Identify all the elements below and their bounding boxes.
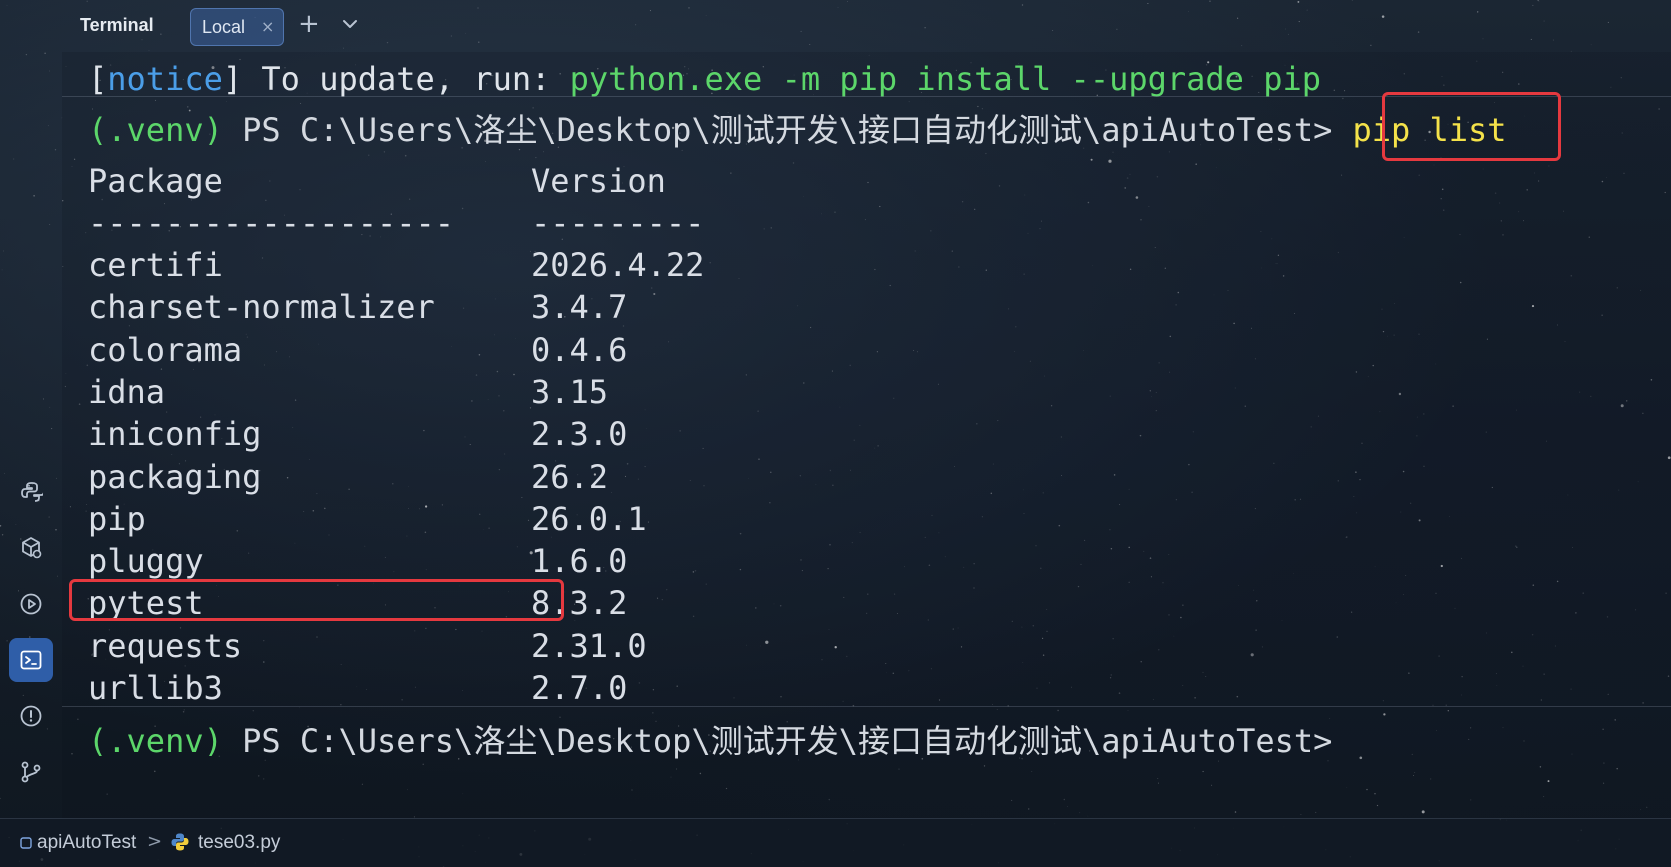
final-prompt-line: (.venv) PS C:\Users\洛尘\Desktop\测试开发\接口自动… <box>88 719 1332 763</box>
venv-indicator: (.venv) <box>88 111 223 149</box>
table-row: pip 26.0.1 <box>88 497 647 541</box>
table-row: pytest 8.3.2 <box>88 581 627 625</box>
breadcrumb-project[interactable]: apiAutoTest <box>37 832 136 854</box>
command-line: (.venv) PS C:\Users\洛尘\Desktop\测试开发\接口自动… <box>88 108 1507 152</box>
notice-bracket: [ <box>88 60 108 98</box>
tool-window-title: Terminal <box>80 15 154 35</box>
package-version: 2.31.0 <box>531 627 647 665</box>
table-row: iniconfig 2.3.0 <box>88 412 627 456</box>
version-separator: --------- <box>531 204 705 242</box>
table-row: packaging 26.2 <box>88 455 608 499</box>
table-row: colorama 0.4.6 <box>88 328 627 372</box>
divider <box>62 706 1671 707</box>
tab-close-icon[interactable]: × <box>261 17 274 36</box>
package-name: requests <box>88 627 243 665</box>
problems-button[interactable] <box>9 694 53 738</box>
python-file-icon <box>170 832 190 856</box>
table-row: pluggy 1.6.0 <box>88 539 627 583</box>
tab-local[interactable]: Local × <box>190 8 284 46</box>
package-name: colorama <box>88 331 243 369</box>
project-icon <box>20 834 32 853</box>
package-version: 8.3.2 <box>531 584 628 622</box>
run-button[interactable] <box>9 582 53 626</box>
package-version: 3.4.7 <box>531 288 628 326</box>
notice-command: python.exe -m pip install --upgrade pip <box>569 60 1321 98</box>
package-version: 0.4.6 <box>531 331 628 369</box>
tool-window-header: Terminal Local × + <box>0 0 1671 52</box>
divider <box>62 96 1671 97</box>
package-version: 3.15 <box>531 373 609 411</box>
table-header-row: Package Version <box>88 159 666 203</box>
package-version: 1.6.0 <box>531 542 628 580</box>
breadcrumb-separator: > <box>147 831 163 852</box>
breadcrumb-file[interactable]: tese03.py <box>198 832 280 854</box>
table-row: charset-normalizer 3.4.7 <box>88 285 627 329</box>
typed-command: pip list <box>1352 111 1507 149</box>
add-tab-icon[interactable]: + <box>298 9 320 39</box>
table-row: certifi 2026.4.22 <box>88 243 704 287</box>
tab-label: Local <box>202 17 246 37</box>
package-version: 2.3.0 <box>531 415 628 453</box>
python-console-button[interactable] <box>9 470 53 514</box>
package-name: certifi <box>88 246 223 284</box>
notice-line: [notice] To update, run: python.exe -m p… <box>88 57 1321 101</box>
terminal-button[interactable] <box>9 638 53 682</box>
tool-window-rail <box>0 52 62 818</box>
package-separator: ------------------- <box>88 204 455 242</box>
package-version: 2026.4.22 <box>531 246 705 284</box>
chevron-down-icon[interactable] <box>340 14 360 34</box>
notice-tag: notice <box>107 60 223 98</box>
package-version: 26.2 <box>531 458 609 496</box>
package-column-header: Package <box>88 162 223 200</box>
shell-prompt: PS C:\Users\洛尘\Desktop\测试开发\接口自动化测试\apiA… <box>222 111 1333 149</box>
version-column-header: Version <box>531 162 666 200</box>
package-version: 26.0.1 <box>531 500 647 538</box>
python-packages-button[interactable] <box>9 526 53 570</box>
package-name: pluggy <box>88 542 204 580</box>
package-name: iniconfig <box>88 415 262 453</box>
package-name: pip <box>88 500 146 538</box>
terminal-output[interactable]: [notice] To update, run: python.exe -m p… <box>62 52 1671 818</box>
table-separator-row: ------------------- --------- <box>88 201 704 245</box>
package-name: charset-normalizer <box>88 288 435 326</box>
package-name: idna <box>88 373 166 411</box>
notice-bracket: ] <box>222 60 243 98</box>
package-version: 2.7.0 <box>531 669 628 707</box>
git-button[interactable] <box>9 750 53 794</box>
notice-text: To update, run: <box>242 60 570 98</box>
status-bar: apiAutoTest > tese03.py <box>0 818 1671 867</box>
shell-prompt: PS C:\Users\洛尘\Desktop\测试开发\接口自动化测试\apiA… <box>222 722 1333 760</box>
venv-indicator: (.venv) <box>88 722 223 760</box>
package-name: urllib3 <box>88 669 223 707</box>
package-name: packaging <box>88 458 262 496</box>
table-row: urllib3 2.7.0 <box>88 666 627 710</box>
package-name: pytest <box>88 584 204 622</box>
table-row: requests 2.31.0 <box>88 624 647 668</box>
table-row: idna 3.15 <box>88 370 608 414</box>
